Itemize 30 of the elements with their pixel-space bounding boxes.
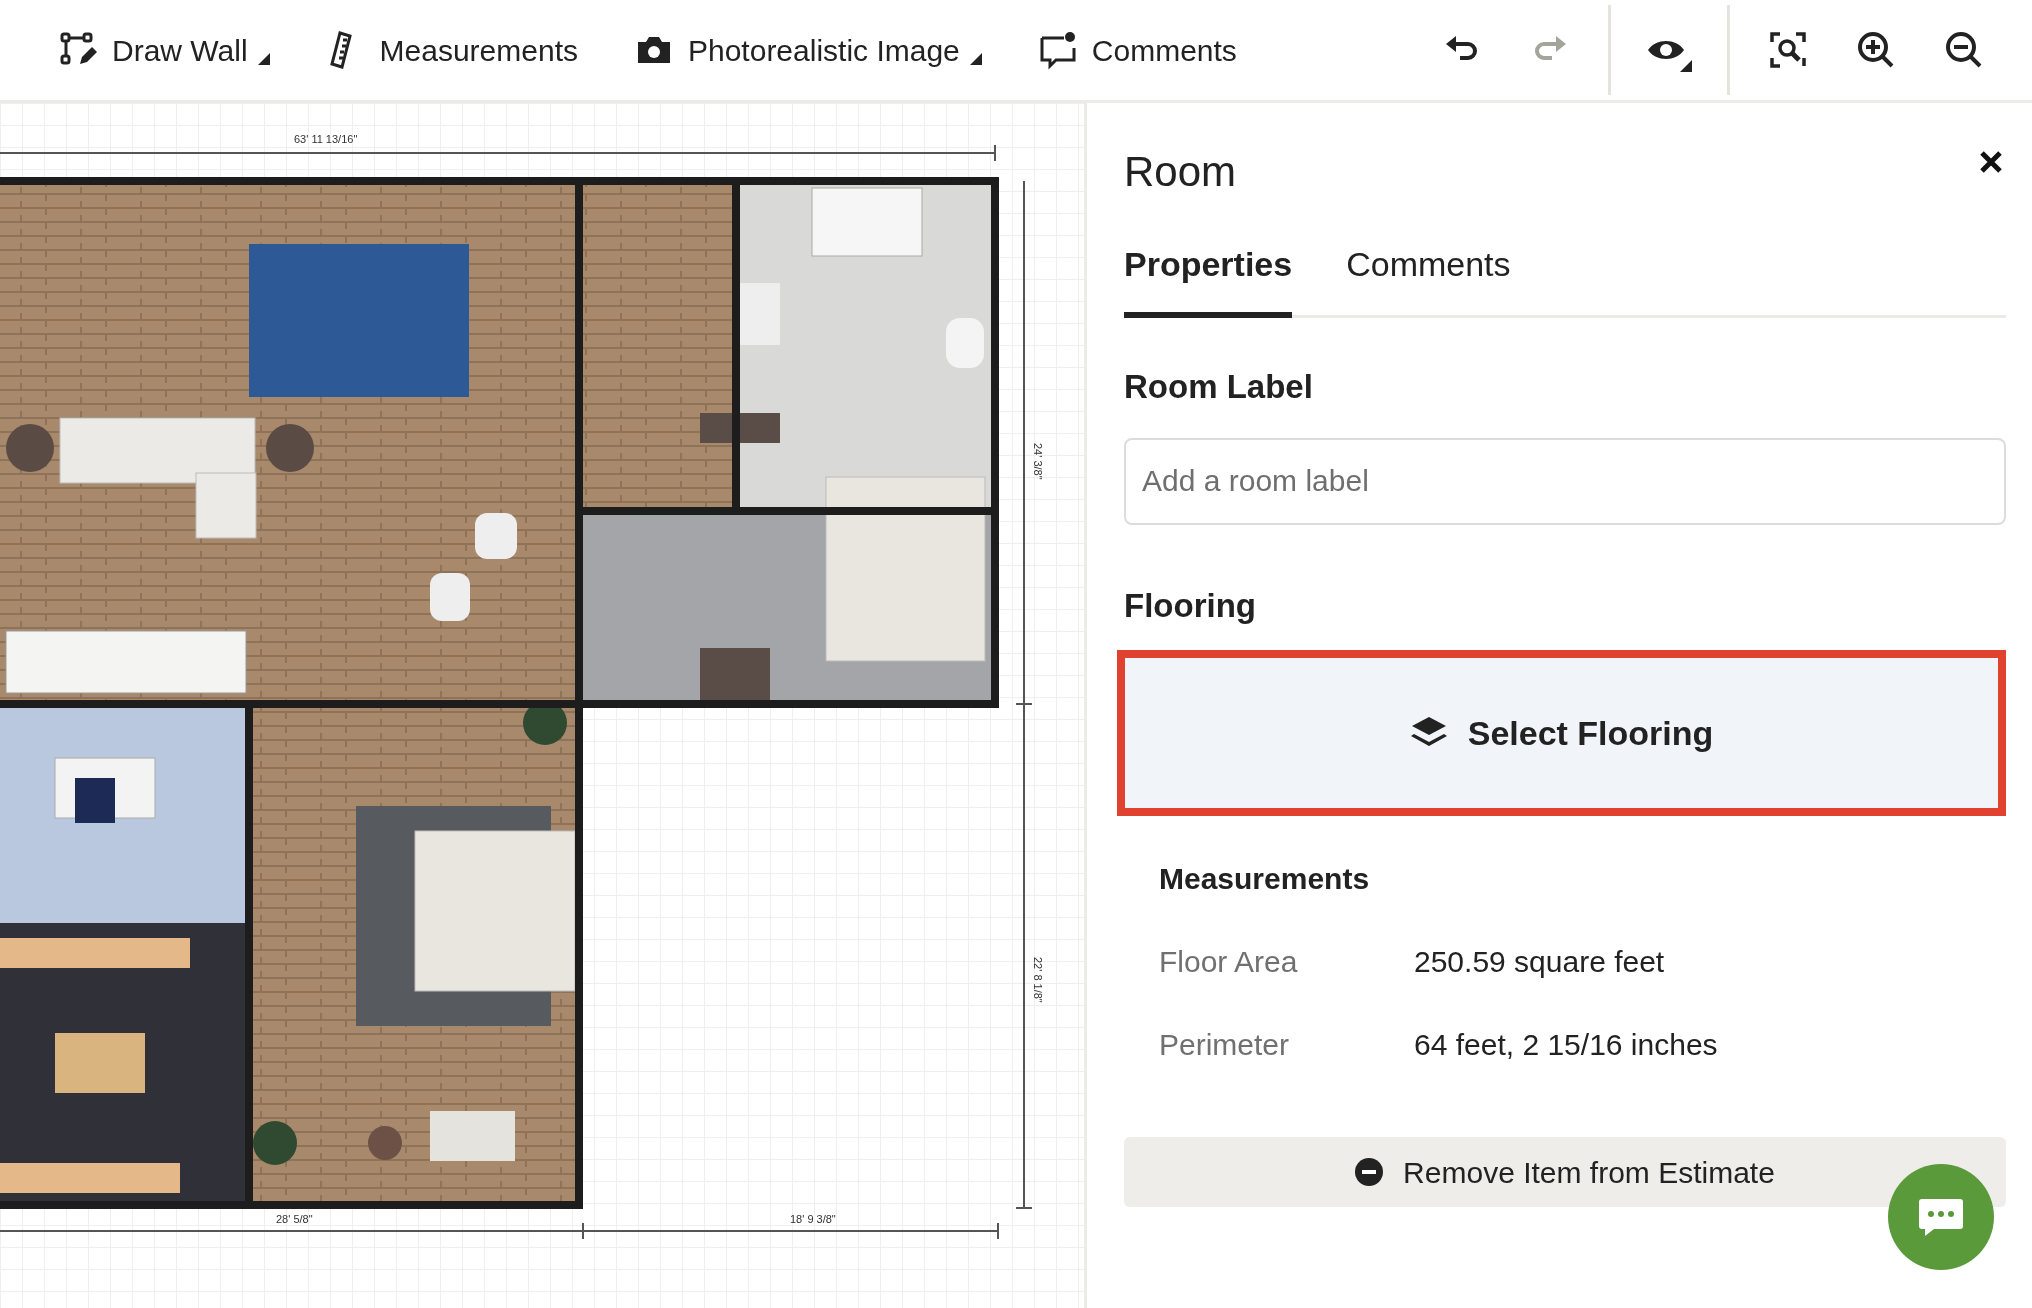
zoom-out-icon [1944, 30, 1984, 70]
room-label-field[interactable]: Add a room label [1124, 437, 2006, 525]
tool-button[interactable]: Draw Wall [58, 27, 270, 73]
dimension-label: 63' 11 13/16" [294, 133, 358, 145]
dimension-label: 24' 3/8" [1032, 443, 1044, 480]
section-heading: Measurements [1159, 861, 1371, 898]
remove-button[interactable]: Remove Item from Estimate [1124, 1137, 2006, 1208]
measurement-label: Floor Area [1159, 944, 1299, 981]
select-flooring-button[interactable]: Select Flooring [1117, 650, 2006, 817]
measurement-value: 250.59 square feet [1414, 944, 1665, 981]
tool-button[interactable]: Photorealistic Image [634, 27, 982, 73]
dimension-label: 18' 9 3/8" [790, 1213, 836, 1225]
dimension-label: 22' 8 1/8" [1032, 957, 1044, 1003]
chat-icon [1918, 1197, 1964, 1237]
tool-button[interactable]: Measurements [325, 27, 578, 73]
measurement-label: Perimeter [1159, 1027, 1291, 1064]
tab[interactable]: Properties [1124, 239, 1293, 319]
panel-title: Room [1124, 147, 1237, 197]
caret-icon [969, 52, 982, 65]
section-heading: Room Label [1124, 367, 1314, 408]
tab[interactable]: Comments [1346, 239, 1511, 319]
fit-view-icon [1768, 30, 1808, 70]
caret-icon [257, 52, 270, 65]
caret-icon [1680, 60, 1692, 72]
measurement-value: 64 feet, 2 15/16 inches [1414, 1027, 1718, 1064]
section-heading: Flooring [1124, 585, 1257, 626]
zoom-in-icon [1856, 30, 1896, 70]
dimension-label: 28' 5/8" [276, 1213, 313, 1225]
minus-circle-icon [1355, 1158, 1384, 1187]
tool-button[interactable]: Comments [1037, 27, 1237, 73]
